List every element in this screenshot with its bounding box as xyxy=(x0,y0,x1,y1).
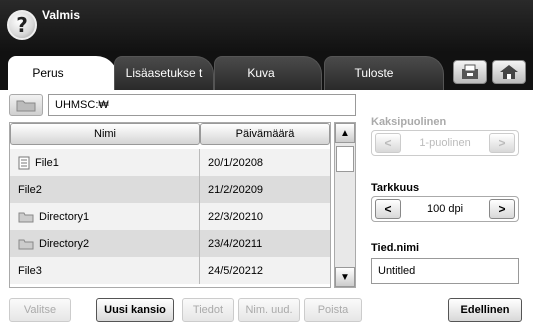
table-row[interactable]: File3 24/5/20212 xyxy=(10,257,330,284)
rename-button[interactable]: Nim. uud. xyxy=(238,298,300,322)
resolution-stepper: < 100 dpi > xyxy=(371,196,519,222)
scrollbar[interactable]: ▲ ▼ xyxy=(334,122,356,288)
tab-kuva[interactable]: Kuva xyxy=(214,56,322,90)
cell-name: Directory2 xyxy=(10,230,200,257)
status-title: Valmis xyxy=(42,8,81,22)
file-table: Nimi Päivämäärä File1 20/1/20208 File2 2… xyxy=(9,122,331,288)
tab-label: Tuloste xyxy=(354,66,394,80)
duplex-value: 1-puolinen xyxy=(419,137,471,149)
scroll-down-button[interactable]: ▼ xyxy=(335,267,355,287)
cell-name: File2 xyxy=(10,176,200,203)
table-header: Nimi Päivämäärä xyxy=(10,123,330,145)
tab-tuloste[interactable]: Tuloste xyxy=(324,56,444,90)
resolution-value: 100 dpi xyxy=(426,203,464,215)
resolution-label: Tarkkuus xyxy=(371,182,420,194)
folder-icon xyxy=(18,212,34,222)
file-name: Directory2 xyxy=(39,237,90,250)
tab-bar: Perus Lisäasetukse t Kuva Tuloste xyxy=(0,52,533,90)
home-button[interactable] xyxy=(492,60,526,84)
back-button[interactable]: Edellinen xyxy=(448,298,522,322)
scroll-thumb[interactable] xyxy=(336,146,354,172)
file-icon xyxy=(18,156,30,169)
folder-icon xyxy=(18,239,34,249)
duplex-prev-button[interactable]: < xyxy=(375,133,401,153)
cell-date: 20/1/20208 xyxy=(208,156,264,169)
tab-label: Perus xyxy=(32,65,64,80)
cell-name: File3 xyxy=(10,257,200,284)
new-folder-button[interactable]: Uusi kansio xyxy=(96,298,174,322)
folder-up-button[interactable] xyxy=(9,94,43,116)
scroll-up-button[interactable]: ▲ xyxy=(335,123,355,143)
path-field[interactable]: UHMSC:₩ xyxy=(48,94,356,116)
column-header-date[interactable]: Päivämäärä xyxy=(200,123,330,145)
cell-date: 21/2/20209 xyxy=(208,183,264,196)
filename-label: Tied.nimi xyxy=(371,242,420,254)
settings-panel: Kaksipuolinen < 1-puolinen > Tarkkuus < … xyxy=(362,90,533,324)
folder-icon xyxy=(16,100,36,112)
duplex-next-button[interactable]: > xyxy=(489,133,515,153)
tab-label: Kuva xyxy=(247,66,275,80)
help-icon[interactable]: ? xyxy=(7,10,37,40)
status-bar: ? Valmis xyxy=(0,0,533,52)
select-button[interactable]: Valitse xyxy=(9,298,71,322)
table-row[interactable]: Directory1 22/3/20210 xyxy=(10,203,330,230)
table-row[interactable]: Directory2 23/4/20211 xyxy=(10,230,330,257)
cell-name: Directory1 xyxy=(10,203,200,230)
table-row[interactable]: File1 20/1/20208 xyxy=(10,149,330,176)
main-panel: UHMSC:₩ Nimi Päivämäärä File1 20/1/20208… xyxy=(0,90,533,324)
cell-name: File1 xyxy=(10,149,200,176)
chevron-down-icon: ▼ xyxy=(340,271,350,283)
cell-date: 23/4/20211 xyxy=(208,237,263,250)
delete-button[interactable]: Poista xyxy=(304,298,362,322)
home-icon xyxy=(500,65,518,79)
job-status-button[interactable] xyxy=(453,60,487,84)
tab-lisaasetukset[interactable]: Lisäasetukse t xyxy=(114,56,214,90)
filename-input[interactable]: Untitled xyxy=(371,258,519,284)
cell-date: 22/3/20210 xyxy=(208,210,264,223)
tab-label: Lisäasetukse t xyxy=(125,66,203,80)
chevron-up-icon: ▲ xyxy=(340,127,350,139)
file-name: Directory1 xyxy=(39,210,90,223)
cell-date: 24/5/20212 xyxy=(208,264,264,277)
column-header-name[interactable]: Nimi xyxy=(10,123,200,145)
tab-perus[interactable]: Perus xyxy=(8,56,118,90)
details-button[interactable]: Tiedot xyxy=(182,298,234,322)
file-name: File1 xyxy=(35,156,59,169)
resolution-next-button[interactable]: > xyxy=(489,199,515,219)
duplex-stepper: < 1-puolinen > xyxy=(371,130,519,156)
job-status-icon xyxy=(462,64,478,79)
duplex-label: Kaksipuolinen xyxy=(371,116,447,128)
resolution-prev-button[interactable]: < xyxy=(375,199,401,219)
table-row[interactable]: File2 21/2/20209 xyxy=(10,176,330,203)
